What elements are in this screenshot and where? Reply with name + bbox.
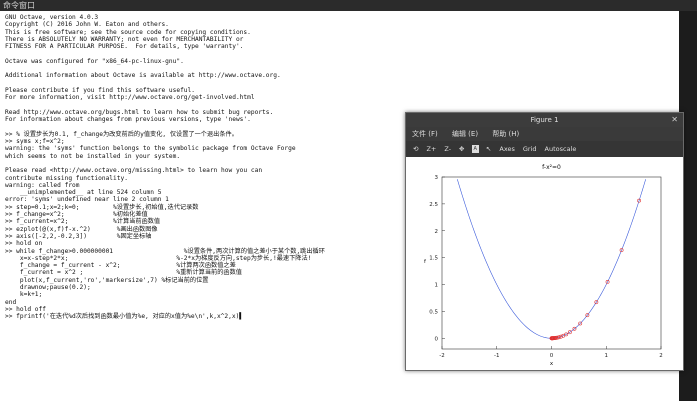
- console-output[interactable]: GNU Octave, version 4.0.3 Copyright (C) 2…: [5, 14, 400, 320]
- console-line: error: 'syms' undefined near line 2 colu…: [5, 196, 169, 204]
- pan-icon[interactable]: ✥: [458, 141, 465, 157]
- x-tick-label: 1: [605, 353, 609, 359]
- axes-button[interactable]: Axes: [498, 141, 515, 157]
- y-tick-label: 1: [435, 283, 439, 289]
- console-line: For information about changes from previ…: [5, 116, 251, 124]
- y-tick-label: 2: [435, 229, 439, 235]
- console-line: This is free software; see the source co…: [5, 28, 251, 36]
- console-line: >> step=0.1;x=2;k=0; %设置步长,初始值,迭代记录数: [5, 203, 199, 211]
- console-line: FITNESS FOR A PARTICULAR PURPOSE. For de…: [5, 43, 244, 51]
- console-line: Read http://www.octave.org/bugs.html to …: [5, 108, 274, 116]
- console-line: f_current = x^2 ; %重新计算当前的函数值: [5, 269, 242, 277]
- x-axis-label: x: [550, 361, 554, 367]
- figure-window[interactable]: Figure 1 ✕ 文件 (F) 编辑 (E) 帮助 (H) ⟲ Z+ Z- …: [405, 112, 684, 371]
- y-tick-label: 0.5: [429, 309, 438, 315]
- console-line: For more information, visit http://www.o…: [5, 94, 255, 102]
- curve-series: [457, 179, 646, 339]
- window-title: 命令窗口: [3, 1, 35, 10]
- console-line: >> fprintf('在迭代%d次后找到函数最小值为%e, 对应的x值为%e\…: [5, 313, 244, 321]
- figure-title: Figure 1: [530, 116, 559, 124]
- console-line: warning: the 'syms' function belongs to …: [5, 145, 296, 153]
- menu-edit[interactable]: 编辑 (E): [452, 130, 478, 138]
- zoom-in-button[interactable]: Z+: [425, 141, 437, 157]
- console-line: Additional information about Octave is a…: [5, 72, 281, 80]
- x-tick-label: 0: [550, 353, 554, 359]
- y-tick-label: 3: [435, 175, 439, 181]
- console-line: >> axis([-2,2,-0.2,3]) %固定坐标轴: [5, 232, 152, 240]
- y-axis-label: f: [424, 259, 427, 265]
- console-line: which seems to not be installed in your …: [5, 152, 181, 160]
- figure-menubar: 文件 (F) 编辑 (E) 帮助 (H): [406, 127, 683, 141]
- grid-button[interactable]: Grid: [522, 141, 538, 157]
- console-line: Please read <http://www.octave.org/missi…: [5, 167, 263, 175]
- console-line: >> % 设置步长为0.1, f_change为改变前后的y值变化, 仅设置了一…: [5, 130, 238, 138]
- console-line: Please contribute if you find this softw…: [5, 86, 195, 94]
- console-line: >> syms x;f=x^2;: [5, 138, 65, 146]
- console-line: >> while f_change>0.000000001 %设置条件,两次计算…: [5, 247, 325, 255]
- command-window-titlebar: 命令窗口: [0, 0, 697, 11]
- plot-svg: -2 -1 0 1 2 0 0.5 1 1.5 2 2.5 3 f-x²=0 x f: [424, 164, 663, 367]
- console-line: end: [5, 298, 17, 306]
- x-tick-label: 2: [659, 353, 663, 359]
- figure-titlebar[interactable]: Figure 1 ✕: [406, 113, 683, 127]
- console-line: k=k+1;: [5, 291, 43, 299]
- pointer-icon[interactable]: ↖: [485, 141, 492, 157]
- plot-title: f-x²=0: [542, 164, 561, 171]
- plot-frame: [441, 176, 662, 350]
- zoom-out-button[interactable]: Z-: [443, 141, 452, 157]
- console-line: Copyright (C) 2016 John W. Eaton and oth…: [5, 21, 169, 29]
- menu-help[interactable]: 帮助 (H): [492, 130, 519, 138]
- y-tick-label: 1.5: [429, 256, 438, 262]
- console-line: GNU Octave, version 4.0.3: [5, 14, 99, 21]
- console-line: >> ezplot(@(x,f)f-x.^2) %画出函数图像: [5, 225, 158, 233]
- console-line: Octave was configured for "x86_64-pc-lin…: [5, 57, 184, 65]
- y-tick-label: 0: [435, 336, 439, 342]
- text-icon[interactable]: A: [471, 145, 479, 153]
- console-line: plot(x,f_current,'ro','markersize',7) %标…: [5, 276, 209, 284]
- console-line: warning: called from: [5, 181, 80, 189]
- console-line: drawnow;pause(0.2);: [5, 283, 91, 291]
- console-line: x=x-step*2*x; %-2*x为梯度反方向,step为步长,!最速下降法…: [5, 254, 312, 262]
- console-line: >> hold on: [5, 240, 43, 248]
- autoscale-button[interactable]: Autoscale: [544, 141, 578, 157]
- rotate-icon[interactable]: ⟲: [412, 141, 419, 157]
- console-line: contribute missing functionality.: [5, 174, 128, 182]
- x-tick-label: -1: [494, 353, 499, 359]
- console-line: >> f_current=x^2; %计算当前函数值: [5, 218, 161, 226]
- y-tick-label: 2.5: [429, 202, 438, 208]
- x-tick-label: -2: [439, 353, 444, 359]
- console-line: There is ABSOLUTELY NO WARRANTY; not eve…: [5, 35, 244, 43]
- plot-area[interactable]: -2 -1 0 1 2 0 0.5 1 1.5 2 2.5 3 f-x²=0 x f: [406, 157, 683, 370]
- figure-toolbar: ⟲ Z+ Z- ✥ A ↖ Axes Grid Autoscale: [406, 141, 683, 157]
- close-icon[interactable]: ✕: [671, 113, 678, 127]
- menu-file[interactable]: 文件 (F): [412, 130, 438, 138]
- console-line: __unimplemented__ at line 524 column 5: [5, 189, 162, 197]
